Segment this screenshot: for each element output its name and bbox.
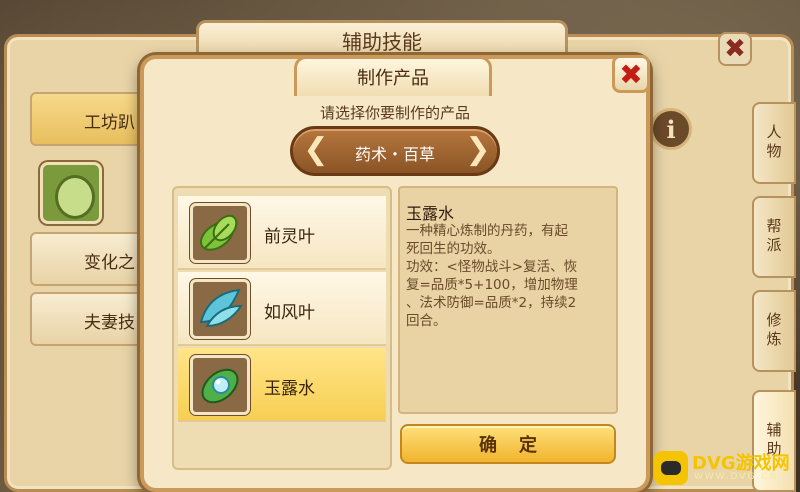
skills-window-close-icon[interactable]: ✖ xyxy=(718,32,752,66)
dew-leaf-icon xyxy=(190,355,250,415)
confirm-button[interactable]: 确定 xyxy=(400,424,616,464)
skills-window-title: 辅助技能 xyxy=(342,30,422,54)
product-detail-description: 一种精心炼制的丹药，有起 死回生的功效。 功效：<怪物战斗>复活、恢 复=品质*… xyxy=(406,223,578,329)
dialog-title: 制作产品 xyxy=(357,68,429,89)
gamepad-logo-icon xyxy=(654,451,688,485)
blue-leaf-icon xyxy=(190,279,250,339)
product-name: 玉露水 xyxy=(264,379,315,399)
chevron-right-icon[interactable]: ❯ xyxy=(463,135,493,167)
skills-list-item-transform[interactable]: 变化之 xyxy=(30,232,150,286)
green-leaf-icon xyxy=(190,203,250,263)
category-label: 药术・百草 xyxy=(354,145,435,164)
skills-list-item-workshop[interactable]: 工坊趴 xyxy=(30,92,150,146)
product-name: 前灵叶 xyxy=(264,227,315,247)
watermark-subtext: WWW.DVG.CN xyxy=(694,472,779,482)
product-detail-title: 玉露水 xyxy=(406,204,455,223)
skills-list-item-couple[interactable]: 夫妻技 xyxy=(30,292,150,346)
skills-list-item-label: 变化之 xyxy=(84,253,135,273)
dialog-prompt: 请选择你要制作的产品 xyxy=(319,104,470,122)
product-name: 如风叶 xyxy=(264,303,315,323)
skills-list: 工坊趴 变化之 夫妻技 xyxy=(30,92,150,452)
tab-character[interactable]: 人物 xyxy=(752,102,796,184)
tab-guild[interactable]: 帮派 xyxy=(752,196,796,278)
gourd-skill-icon[interactable] xyxy=(40,162,102,224)
site-watermark: DVG游戏网 WWW.DVG.CN xyxy=(654,445,800,492)
product-item-rufeng[interactable]: 如风叶 xyxy=(178,272,386,346)
product-item-qianling[interactable]: 前灵叶 xyxy=(178,196,386,270)
info-icon[interactable]: i xyxy=(650,108,692,150)
chevron-left-icon[interactable]: ❮ xyxy=(301,135,331,167)
category-selector: ❮ 药术・百草 ❯ xyxy=(290,126,500,176)
tab-cultivation[interactable]: 修炼 xyxy=(752,290,796,372)
skills-list-item-label: 夫妻技 xyxy=(84,313,135,333)
skills-list-item-label: 工坊趴 xyxy=(84,113,135,133)
dialog-close-icon[interactable]: ✖ xyxy=(612,55,650,93)
product-item-yulu[interactable]: 玉露水 xyxy=(178,348,386,422)
